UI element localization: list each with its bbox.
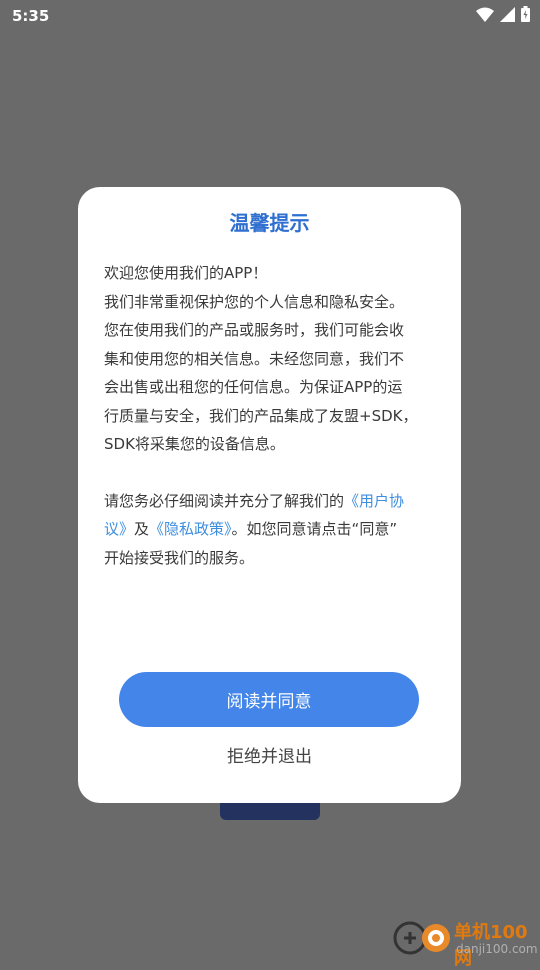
watermark: 单机100网 danji100.com bbox=[392, 916, 540, 969]
body-line: 议》及《隐私政策》。如您同意请点击“同意” bbox=[104, 515, 434, 544]
body-line: 行质量与安全，我们的产品集成了友盟+SDK， bbox=[104, 406, 418, 425]
status-time: 5:35 bbox=[12, 7, 50, 25]
watermark-logo-icon bbox=[392, 918, 450, 956]
body-text: 请您务必仔细阅读并充分了解我们的 bbox=[104, 491, 345, 510]
agree-button[interactable]: 阅读并同意 bbox=[119, 672, 419, 727]
body-line: 我们非常重视保护您的个人信息和隐私安全。 bbox=[104, 292, 405, 311]
body-text: 及 bbox=[134, 520, 150, 538]
status-bar: 5:35 bbox=[0, 0, 540, 32]
body-line: 开始接受我们的服务。 bbox=[104, 548, 255, 567]
user-agreement-link[interactable]: 议》 bbox=[104, 520, 134, 538]
watermark-url: danji100.com bbox=[456, 942, 538, 956]
signal-icon bbox=[500, 6, 515, 22]
body-text: 。如您同意请点击“同意” bbox=[231, 520, 398, 538]
body-line: 欢迎您使用我们的APP！ bbox=[104, 264, 268, 282]
privacy-policy-link[interactable]: 《隐私政策》 bbox=[149, 520, 232, 538]
dialog-body: 欢迎您使用我们的APP！ 我们非常重视保护您的个人信息和隐私安全。 您在使用我们… bbox=[104, 259, 434, 572]
status-icons bbox=[476, 6, 530, 22]
body-line: 集和使用您的相关信息。未经您同意，我们不 bbox=[104, 349, 405, 368]
user-agreement-link[interactable]: 《用户协 bbox=[344, 492, 404, 510]
reject-button[interactable]: 拒绝并退出 bbox=[78, 742, 461, 767]
body-line: 请您务必仔细阅读并充分了解我们的《用户协 bbox=[104, 487, 434, 516]
dialog-title: 温馨提示 bbox=[229, 211, 310, 235]
wifi-icon bbox=[476, 7, 494, 22]
body-line: 会出售或出租您的任何信息。为保证APP的运 bbox=[104, 378, 403, 396]
body-line: SDK将采集您的设备信息。 bbox=[104, 435, 285, 453]
privacy-dialog: 温馨提示 欢迎您使用我们的APP！ 我们非常重视保护您的个人信息和隐私安全。 您… bbox=[78, 187, 461, 803]
body-line: 您在使用我们的产品或服务时，我们可能会收 bbox=[104, 321, 405, 339]
battery-icon bbox=[521, 6, 530, 22]
